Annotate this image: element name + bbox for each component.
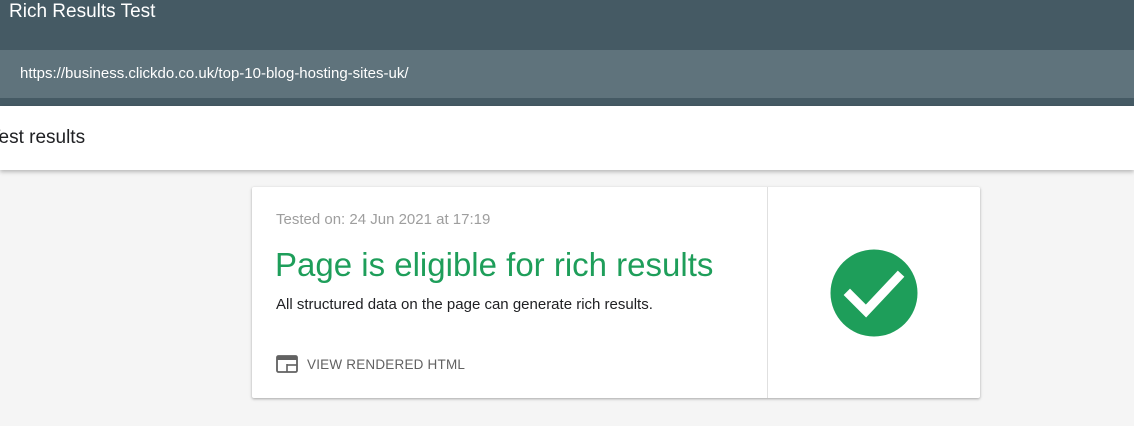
check-circle-icon [830,249,918,337]
tested-url[interactable]: https://business.clickdo.co.uk/top-10-bl… [20,50,409,98]
tested-on-timestamp: Tested on: 24 Jun 2021 at 17:19 [276,211,491,228]
view-rendered-html-button[interactable]: VIEW RENDERED HTML [276,354,465,374]
app-title: Rich Results Test [9,1,156,22]
browser-window-icon [276,355,298,373]
view-rendered-html-label: VIEW RENDERED HTML [307,356,466,372]
result-summary-details: Tested on: 24 Jun 2021 at 17:19 Page is … [252,187,768,398]
status-description: All structured data on the page can gene… [276,296,653,313]
toolbar-title: Test results [0,127,86,148]
result-summary-card: Tested on: 24 Jun 2021 at 17:19 Page is … [252,187,980,398]
url-bar[interactable]: https://business.clickdo.co.uk/top-10-bl… [0,50,1134,98]
status-title: Page is eligible for rich results [275,246,714,283]
results-toolbar: Test results [0,106,1134,170]
app-header: Rich Results Test https://business.click… [0,0,1134,106]
status-icon-panel [768,187,980,398]
